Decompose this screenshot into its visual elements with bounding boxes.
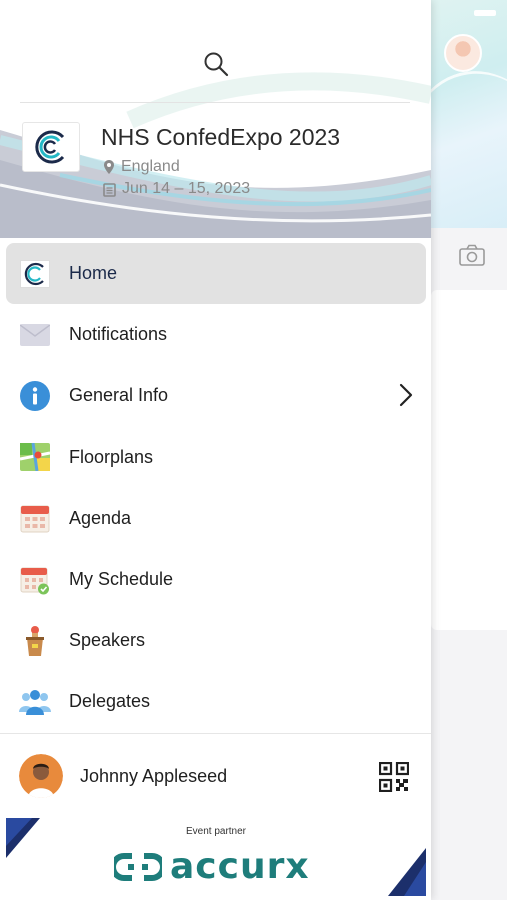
calendar-icon [19, 502, 51, 534]
menu-label-my-schedule: My Schedule [69, 569, 174, 590]
search-button[interactable] [200, 48, 232, 80]
qr-code-button[interactable] [378, 761, 410, 793]
menu-item-notifications[interactable]: Notifications [0, 304, 431, 365]
background-app[interactable] [431, 0, 507, 900]
user-name: Johnny Appleseed [80, 765, 228, 786]
event-location-text: England [121, 158, 180, 175]
info-icon [19, 380, 51, 412]
podium-icon [19, 625, 51, 657]
drawer-menu: Home Notifications General Info Floorpla… [0, 243, 431, 733]
background-handle [474, 10, 496, 16]
menu-label-general-info: General Info [69, 385, 169, 406]
menu-label-speakers: Speakers [69, 630, 146, 651]
menu-item-delegates[interactable]: Delegates [0, 671, 431, 732]
people-icon [19, 686, 51, 718]
menu-item-general-info[interactable]: General Info [0, 365, 431, 426]
event-logo-c-icon [19, 258, 51, 290]
drawer-header: NHS ConfedExpo 2023 England Jun 14 – 15,… [0, 0, 431, 238]
partner-name: accurx [170, 846, 310, 887]
background-avatar[interactable] [444, 34, 482, 72]
event-dates-text: Jun 14 – 15, 2023 [122, 180, 251, 197]
envelope-icon [19, 319, 51, 351]
footer-divider [0, 733, 431, 734]
header-divider [20, 102, 410, 103]
background-card [431, 290, 507, 630]
menu-label-agenda: Agenda [69, 507, 132, 528]
event-title: NHS ConfedExpo 2023 [101, 124, 341, 150]
user-profile-row[interactable]: Johnny Appleseed [0, 745, 431, 807]
menu-label-delegates: Delegates [69, 691, 151, 712]
partner-label: Event partner [185, 826, 247, 837]
menu-item-floorplans[interactable]: Floorplans [0, 427, 431, 488]
event-dates: Jun 14 – 15, 2023 [103, 180, 250, 198]
menu-label-home: Home [69, 263, 118, 284]
accurx-logo-icon [114, 852, 162, 881]
search-icon [204, 52, 229, 77]
event-logo [22, 122, 80, 172]
partner-logo: accurx [114, 846, 310, 887]
menu-item-speakers[interactable]: Speakers [0, 610, 431, 671]
menu-item-agenda[interactable]: Agenda [0, 488, 431, 549]
chevron-right-icon [399, 383, 413, 412]
avatar[interactable] [19, 754, 63, 798]
menu-label-floorplans: Floorplans [69, 446, 154, 467]
menu-item-my-schedule[interactable]: My Schedule [0, 549, 431, 610]
calendar-small-icon [103, 182, 116, 197]
event-location: England [103, 158, 180, 176]
map-icon [19, 441, 51, 473]
event-partner-banner[interactable]: Event partner accurx [6, 818, 426, 896]
location-pin-icon [104, 160, 114, 174]
camera-icon[interactable] [459, 244, 485, 271]
calendar-check-icon [19, 564, 51, 596]
qr-code-icon [378, 761, 410, 793]
menu-item-home[interactable]: Home [0, 243, 431, 305]
menu-label-notifications: Notifications [69, 324, 168, 345]
event-logo-c-icon [35, 130, 65, 164]
navigation-drawer: NHS ConfedExpo 2023 England Jun 14 – 15,… [0, 0, 431, 900]
header-wave-background [0, 72, 431, 238]
